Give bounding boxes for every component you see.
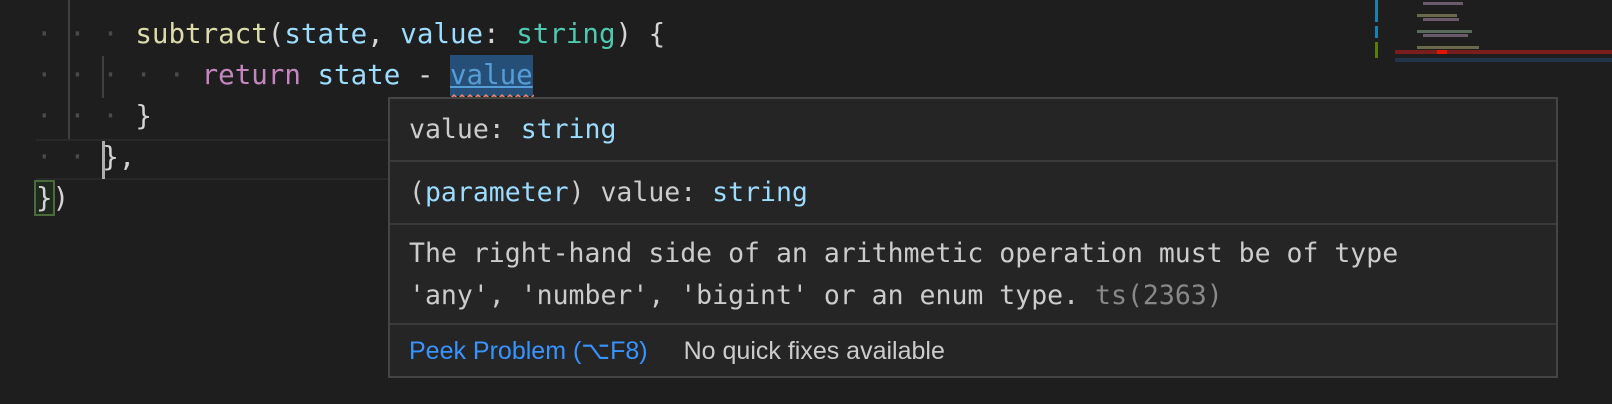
code-line: · · · } (36, 100, 152, 132)
hover-status-bar: Peek Problem (⌥F8) No quick fixes availab… (390, 325, 1556, 379)
minimap-change-marker (1375, 0, 1378, 22)
matching-bracket: } (34, 180, 55, 216)
code-line: · · · subtract(state, value: string) { (36, 18, 666, 50)
minimap-error-line (1395, 50, 1612, 54)
minimap[interactable] (1375, 0, 1612, 404)
error-code: ts(2363) (1095, 280, 1223, 311)
minimap-line (1423, 2, 1463, 5)
minimap-line (1417, 30, 1472, 33)
hover-tooltip: value: string (parameter) value: string … (388, 97, 1558, 378)
hover-error-message: The right-hand side of an arithmetic ope… (390, 225, 1556, 325)
minimap-line (1423, 18, 1459, 21)
code-line: · · · · · return state - value (36, 55, 534, 100)
minimap-error-token (1437, 50, 1447, 54)
minimap-change-marker (1375, 42, 1378, 58)
hover-signature: value: string (390, 99, 1556, 162)
code-line: · · }, (36, 141, 136, 173)
minimap-line (1417, 14, 1457, 17)
minimap-current-line (1395, 58, 1612, 62)
peek-problem-link[interactable]: Peek Problem (⌥F8) (409, 337, 648, 365)
code-line: }) (34, 180, 70, 216)
error-token[interactable]: value (449, 55, 534, 100)
minimap-line (1423, 34, 1468, 37)
hover-parameter-info: (parameter) value: string (390, 162, 1556, 225)
no-quick-fixes-label: No quick fixes available (683, 337, 945, 365)
text-cursor (102, 141, 105, 179)
minimap-line (1417, 46, 1479, 49)
minimap-change-marker (1375, 26, 1378, 38)
